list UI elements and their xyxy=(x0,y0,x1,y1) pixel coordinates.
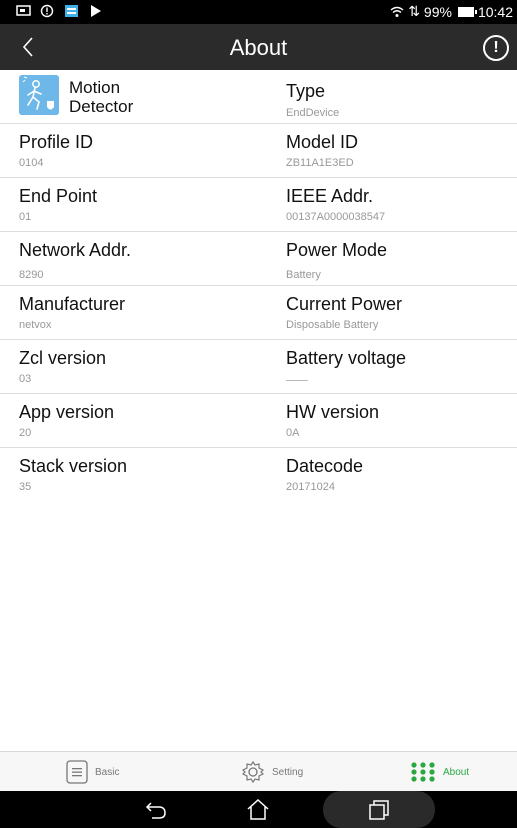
field-value: 8290 xyxy=(19,269,44,281)
field-value: ZB11A1E3ED xyxy=(286,157,354,169)
network-addr-cell: Network Addr. 8290 xyxy=(19,232,269,285)
device-cell: Motion Detector xyxy=(19,70,269,123)
field-value: 0104 xyxy=(19,157,44,169)
field-label: Network Addr. xyxy=(19,240,132,260)
tab-about[interactable]: About xyxy=(410,752,469,792)
tab-label: Basic xyxy=(95,766,120,778)
notification-icons xyxy=(16,4,103,18)
end-point-cell: End Point 01 xyxy=(19,178,269,231)
datecode-cell: Datecode 20171024 xyxy=(286,448,511,501)
info-row: Stack version 35 Datecode 20171024 xyxy=(0,448,517,501)
field-label: Current Power xyxy=(286,294,403,314)
page-title: About xyxy=(229,35,288,60)
data-arrows-icon: ⇅ xyxy=(408,3,420,19)
device-info-list: Motion Detector Type EndDevice Profile I… xyxy=(0,70,517,501)
field-value: Disposable Battery xyxy=(286,319,379,331)
info-row: Motion Detector Type EndDevice xyxy=(0,70,517,124)
wifi-icon xyxy=(390,6,404,17)
dots-grid-icon xyxy=(411,762,435,782)
model-id-cell: Model ID ZB11A1E3ED xyxy=(286,124,511,177)
field-value: Battery xyxy=(286,269,321,281)
info-row: Network Addr. 8290 Power Mode Battery xyxy=(0,232,517,286)
battery-icon xyxy=(457,6,477,17)
ieee-addr-cell: IEEE Addr. 00137A0000038547 xyxy=(286,178,511,231)
field-value: EndDevice xyxy=(286,107,340,119)
screen-cast-icon xyxy=(16,5,31,16)
current-power-cell: Current Power Disposable Battery xyxy=(286,286,511,339)
field-label: Model ID xyxy=(286,132,359,152)
profile-id-cell: Profile ID 0104 xyxy=(19,124,269,177)
info-row: Manufacturer netvox Current Power Dispos… xyxy=(0,286,517,340)
recents-nav-icon[interactable] xyxy=(366,797,392,823)
field-label: Datecode xyxy=(286,456,364,476)
hw-version-cell: HW version 0A xyxy=(286,394,511,447)
bottom-tab-bar: Basic Setting About xyxy=(0,751,517,792)
device-name: Motion Detector xyxy=(69,78,133,116)
zcl-version-cell: Zcl version 03 xyxy=(19,340,269,393)
field-value: 0A xyxy=(286,427,300,439)
app-notification-icon xyxy=(65,5,78,17)
field-value: netvox xyxy=(19,319,52,331)
device-name-line2: Detector xyxy=(69,97,134,116)
field-label: Stack version xyxy=(19,456,128,476)
alert-circle-icon xyxy=(40,4,54,18)
power-mode-cell: Power Mode Battery xyxy=(286,232,511,285)
title-bar: About ! xyxy=(0,24,517,70)
field-value: 20171024 xyxy=(286,481,335,493)
field-value: 20 xyxy=(19,427,32,439)
info-row: Zcl version 03 Battery voltage xyxy=(0,340,517,394)
field-label: IEEE Addr. xyxy=(286,186,374,206)
field-value: 03 xyxy=(19,373,32,385)
status-bar: ⇅ 99% 10:42 xyxy=(0,0,517,24)
list-icon xyxy=(66,760,88,784)
app-version-cell: App version 20 xyxy=(19,394,269,447)
info-button[interactable]: ! xyxy=(483,35,509,61)
device-name-line1: Motion xyxy=(69,78,121,97)
field-label: Profile ID xyxy=(19,132,94,152)
field-value: 00137A0000038547 xyxy=(286,211,386,223)
field-label: End Point xyxy=(19,186,98,206)
back-nav-icon[interactable] xyxy=(143,797,169,823)
field-label: HW version xyxy=(286,402,380,422)
motion-detector-icon xyxy=(19,75,59,115)
field-label: Zcl version xyxy=(19,348,107,368)
battery-percent: 99% xyxy=(423,3,452,20)
field-label: Type xyxy=(286,81,326,101)
clock: 10:42 xyxy=(477,3,513,20)
field-label: App version xyxy=(19,402,115,422)
field-value: 35 xyxy=(19,481,32,493)
tab-basic[interactable]: Basic xyxy=(66,752,119,792)
field-label: Manufacturer xyxy=(19,294,126,314)
info-row: App version 20 HW version 0A xyxy=(0,394,517,448)
gear-icon xyxy=(241,760,265,784)
info-row: Profile ID 0104 Model ID ZB11A1E3ED xyxy=(0,124,517,178)
battery-voltage-cell: Battery voltage xyxy=(286,340,511,393)
empty-value-dash xyxy=(286,380,308,381)
field-label: Power Mode xyxy=(286,240,388,260)
field-label: Battery voltage xyxy=(286,348,407,368)
tab-label: Setting xyxy=(272,766,304,778)
tab-label: About xyxy=(443,766,470,778)
manufacturer-cell: Manufacturer netvox xyxy=(19,286,269,339)
field-value: 01 xyxy=(19,211,32,223)
home-nav-icon[interactable] xyxy=(245,797,271,823)
system-nav-bar xyxy=(0,791,517,828)
stack-version-cell: Stack version 35 xyxy=(19,448,269,501)
system-status: ⇅ 99% 10:42 xyxy=(390,3,513,20)
info-row: End Point 01 IEEE Addr. 00137A0000038547 xyxy=(0,178,517,232)
type-cell: Type EndDevice xyxy=(286,70,511,123)
tab-setting[interactable]: Setting xyxy=(241,752,303,792)
play-store-icon xyxy=(91,5,101,17)
